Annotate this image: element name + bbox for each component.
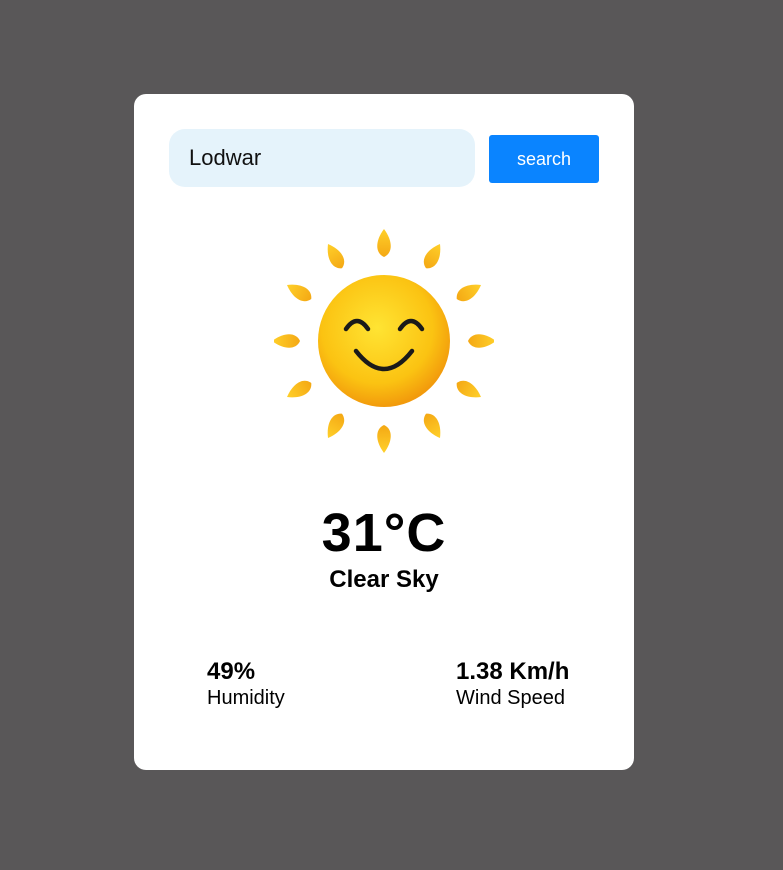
search-button[interactable]: search <box>489 135 599 183</box>
humidity-label: Humidity <box>207 687 285 709</box>
humidity-value: 49% <box>207 658 256 685</box>
city-search-input[interactable] <box>169 129 475 187</box>
wind-speed-label: Wind Speed <box>456 687 565 709</box>
weather-condition: Clear Sky <box>329 566 439 593</box>
smiling-sun-icon <box>272 224 496 454</box>
wind-speed-value: 1.38 Km/h <box>456 658 570 685</box>
humidity-stat: 49% Humidity <box>207 658 285 710</box>
wind-speed-stat: 1.38 Km/h Wind Speed <box>456 658 569 710</box>
temperature-value: 31°C <box>321 503 447 563</box>
weather-card: search <box>134 94 634 770</box>
